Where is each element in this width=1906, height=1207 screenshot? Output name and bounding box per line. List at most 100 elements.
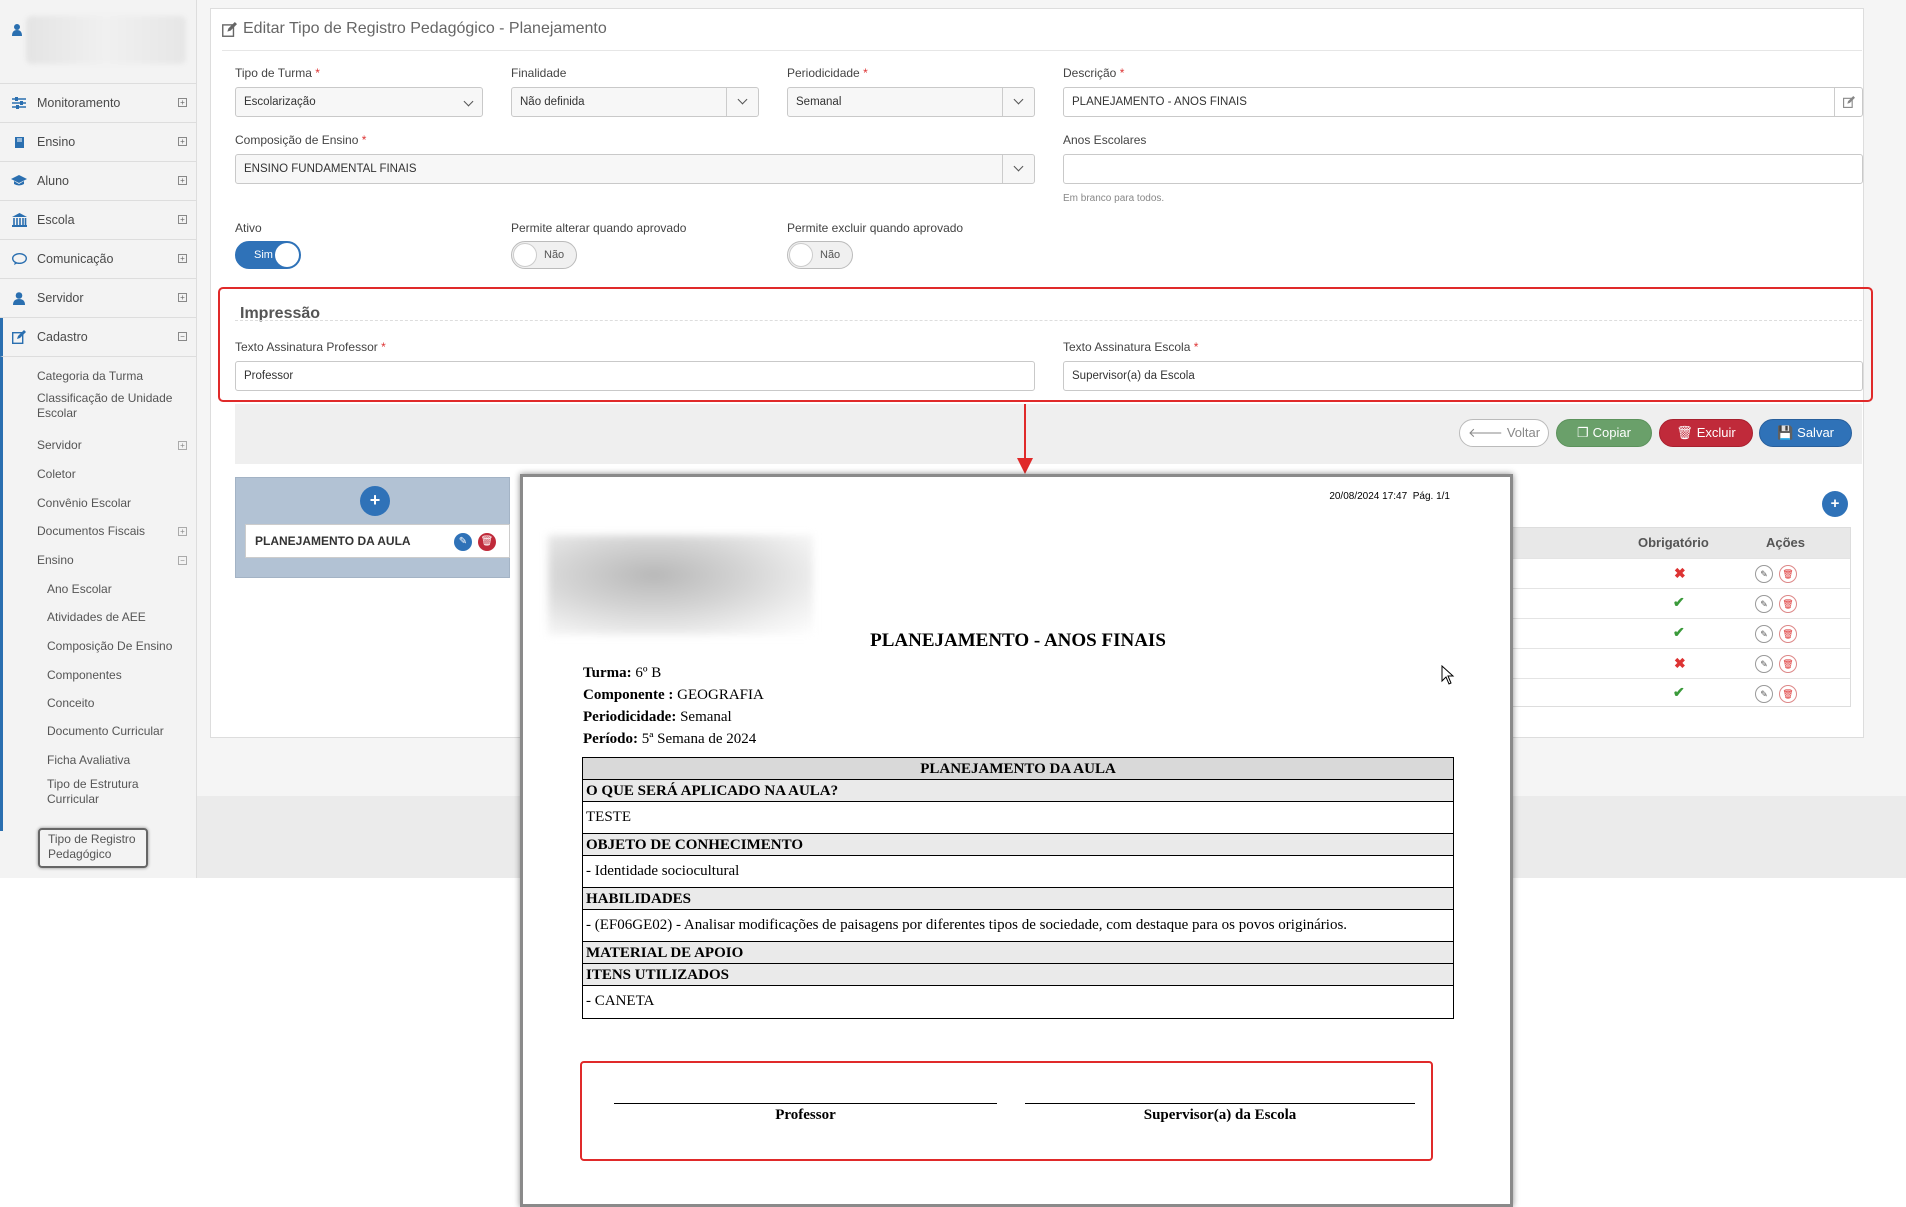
submenu-item[interactable]: Documentos Fiscais — [37, 524, 145, 539]
sidebar-item-label: Comunicação — [37, 252, 114, 266]
user-icon — [12, 24, 22, 36]
annotation-arrow — [1024, 404, 1026, 464]
trash-icon[interactable]: 🗑 — [1779, 565, 1797, 583]
edit-icon[interactable] — [1834, 88, 1862, 116]
column-header: Ações — [1766, 535, 1806, 550]
table-header: Obrigatório Ações — [1511, 528, 1850, 558]
expand-icon[interactable]: + — [178, 215, 187, 224]
anos-escolares-input[interactable] — [1063, 154, 1863, 184]
escola-sig-label: Texto Assinatura Escola * — [1063, 340, 1199, 354]
expand-icon[interactable]: + — [178, 98, 187, 107]
edit-icon — [11, 330, 27, 344]
collapse-icon[interactable]: − — [178, 556, 187, 565]
sidebar: Monitoramento + Ensino + Aluno + Escola … — [0, 0, 197, 878]
submenu-item[interactable]: Composição De Ensino — [47, 639, 172, 654]
signature-line — [614, 1103, 997, 1104]
signature-escola: Supervisor(a) da Escola — [1143, 1107, 1297, 1123]
escola-sig-input[interactable]: Supervisor(a) da Escola — [1063, 361, 1863, 391]
salvar-button[interactable]: 💾 Salvar — [1759, 419, 1852, 447]
copiar-button[interactable]: ❐ Copiar — [1556, 419, 1652, 447]
report-section-body: - CANETA — [586, 993, 655, 1009]
sidebar-item-ensino[interactable]: Ensino + — [0, 123, 196, 162]
report-periodo: Período: 5ª Semana de 2024 — [583, 731, 757, 747]
report-componente: Componente : GEOGRAFIA — [583, 687, 764, 703]
chevron-down-icon — [1013, 161, 1024, 172]
submenu-item[interactable]: Ficha Avaliativa — [47, 753, 130, 768]
add-field-button[interactable]: + — [1822, 491, 1848, 517]
expand-icon[interactable]: + — [178, 527, 187, 536]
edit-icon[interactable]: ✎ — [1755, 625, 1773, 643]
report-preview: 20/08/2024 17:47 Pág. 1/1 PLANEJAMENTO -… — [520, 474, 1513, 1207]
sidebar-item-escola[interactable]: Escola + — [0, 201, 196, 240]
expand-icon[interactable]: + — [178, 441, 187, 450]
sidebar-item-servidor[interactable]: Servidor + — [0, 279, 196, 318]
edit-icon[interactable]: ✎ — [1755, 685, 1773, 703]
submenu-item[interactable]: Conceito — [47, 696, 94, 711]
submenu-item[interactable]: Coletor — [37, 467, 76, 482]
sidebar-item-cadastro[interactable]: Cadastro − — [0, 318, 196, 357]
edit-icon[interactable]: ✎ — [1755, 595, 1773, 613]
edit-icon[interactable]: ✎ — [454, 533, 472, 551]
submenu-item[interactable]: Ano Escolar — [47, 582, 112, 597]
submenu-item[interactable]: Classificação de Unidade Escolar — [37, 391, 187, 421]
table-row: ✖ ✎ 🗑 — [1511, 648, 1850, 678]
chevron-down-icon — [737, 94, 748, 105]
submenu-item[interactable]: Convênio Escolar — [37, 496, 131, 511]
permite-alterar-toggle[interactable]: Não — [511, 241, 577, 269]
trash-icon[interactable]: 🗑 — [1779, 655, 1797, 673]
sidebar-item-comunicacao[interactable]: Comunicação + — [0, 240, 196, 279]
composicao-label: Composição de Ensino * — [235, 133, 367, 147]
table-row: ✔ ✎ 🗑 — [1511, 678, 1850, 708]
report-section-title: HABILIDADES — [583, 888, 1453, 910]
permite-excluir-toggle[interactable]: Não — [787, 241, 853, 269]
trash-icon[interactable]: 🗑 — [478, 533, 496, 551]
sidebar-item-aluno[interactable]: Aluno + — [0, 162, 196, 201]
finalidade-select[interactable]: Não definida — [511, 87, 759, 117]
chevron-down-icon — [463, 96, 474, 107]
periodicidade-select[interactable]: Semanal — [787, 87, 1035, 117]
prof-sig-input[interactable]: Professor — [235, 361, 1035, 391]
sidebar-item-monitoramento[interactable]: Monitoramento + — [0, 84, 196, 123]
edit-icon — [222, 21, 237, 37]
trash-icon[interactable]: 🗑 — [1779, 595, 1797, 613]
sliders-icon — [11, 96, 27, 110]
report-turma: Turma: 6º B — [583, 665, 662, 681]
add-item-button[interactable]: + — [360, 486, 390, 516]
list-item[interactable]: PLANEJAMENTO DA AULA ✎ 🗑 — [245, 524, 510, 558]
permite-alterar-label: Permite alterar quando aprovado — [511, 221, 687, 235]
submenu-item[interactable]: Tipo de Estrutura Curricular — [47, 777, 157, 807]
submenu-item[interactable]: Categoria da Turma — [37, 369, 143, 384]
submenu-item[interactable]: Ensino — [37, 553, 74, 568]
check-icon: ✔ — [1673, 594, 1685, 610]
report-section-title: OBJETO DE CONHECIMENTO — [583, 834, 1453, 856]
finalidade-label: Finalidade — [511, 66, 567, 80]
submenu-item[interactable]: Documento Curricular — [47, 724, 164, 739]
ativo-toggle[interactable]: Sim — [235, 241, 301, 269]
trash-icon[interactable]: 🗑 — [1779, 625, 1797, 643]
page-title-text: Editar Tipo de Registro Pedagógico - Pla… — [243, 20, 607, 37]
trash-icon: 🗑 — [1676, 425, 1693, 440]
edit-icon[interactable]: ✎ — [1755, 565, 1773, 583]
trash-icon[interactable]: 🗑 — [1779, 685, 1797, 703]
mouse-cursor-icon — [1441, 665, 1455, 685]
report-header-blurred — [548, 535, 813, 635]
submenu-item[interactable]: Servidor — [37, 438, 82, 453]
fields-table: Obrigatório Ações ✖ ✎ 🗑 ✔ ✎ 🗑 ✔ ✎ 🗑 ✖ ✎ 🗑 ✔ ✎ 🗑 — [1510, 527, 1851, 707]
submenu-item[interactable]: Atividades de AEE — [47, 610, 146, 625]
excluir-button[interactable]: 🗑 Excluir — [1659, 419, 1753, 447]
submenu-item[interactable]: Componentes — [47, 668, 122, 683]
edit-icon[interactable]: ✎ — [1755, 655, 1773, 673]
tipo-turma-select[interactable]: Escolarização — [235, 87, 483, 117]
expand-icon[interactable]: + — [178, 293, 187, 302]
composicao-select[interactable]: ENSINO FUNDAMENTAL FINAIS — [235, 154, 1035, 184]
descricao-input[interactable]: PLANEJAMENTO - ANOS FINAIS — [1063, 87, 1863, 117]
submenu-item-selected[interactable]: Tipo de Registro Pedagógico — [38, 828, 148, 868]
user-profile[interactable] — [0, 0, 196, 84]
voltar-button[interactable]: 🡐 Voltar — [1459, 419, 1549, 447]
signature-highlight: Professor Supervisor(a) da Escola — [580, 1061, 1433, 1161]
collapse-icon[interactable]: − — [178, 332, 187, 341]
expand-icon[interactable]: + — [178, 254, 187, 263]
expand-icon[interactable]: + — [178, 137, 187, 146]
check-icon: ✔ — [1673, 684, 1685, 700]
expand-icon[interactable]: + — [178, 176, 187, 185]
